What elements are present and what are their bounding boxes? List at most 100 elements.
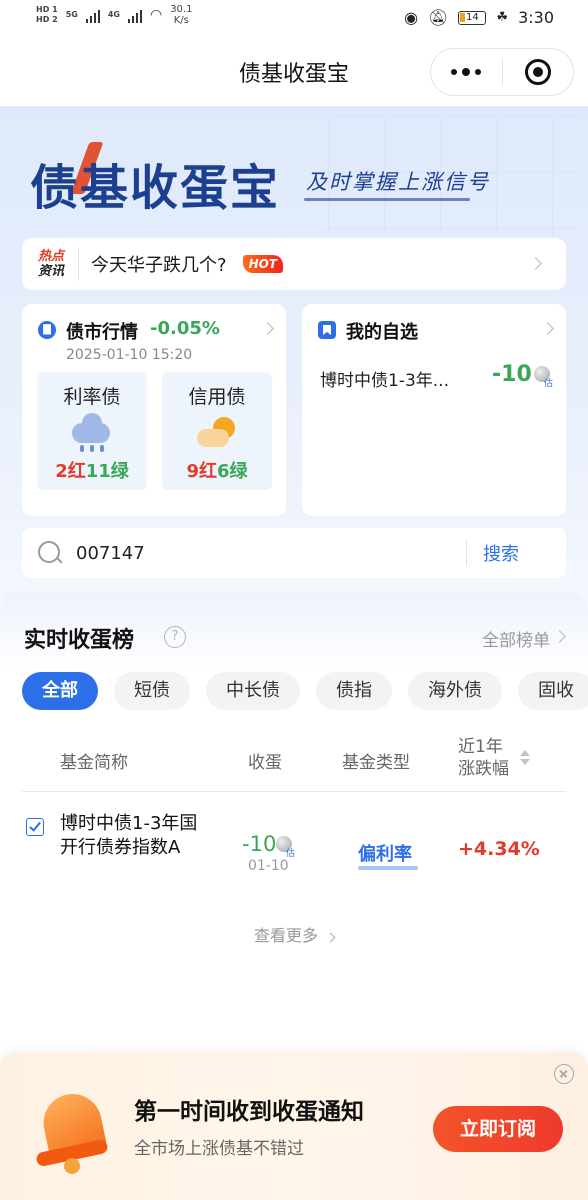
signal-icon xyxy=(85,7,100,23)
news-tag-hot: 热点 xyxy=(38,249,65,264)
view-more-link[interactable]: 查看更多 xyxy=(0,922,588,946)
hd2-label: HD 2 xyxy=(36,15,58,24)
network-4g-label: 4G xyxy=(107,10,120,19)
hd1-label: HD 1 xyxy=(36,5,58,14)
tab-overseas-bond[interactable]: 海外债 xyxy=(408,672,502,710)
chevron-right-icon xyxy=(261,322,274,335)
banner-title: 第一时间收到收蛋通知 xyxy=(134,1099,364,1125)
watchlist-egg-value: -10 xyxy=(492,362,532,387)
market-time: 2025-01-10 15:20 xyxy=(66,347,193,363)
close-miniprogram-button[interactable] xyxy=(503,49,574,95)
news-headline: 今天华子跌几个? xyxy=(91,255,227,276)
ranking-title: 实时收蛋榜 xyxy=(24,628,135,653)
subscribe-button[interactable]: 立即订阅 xyxy=(433,1106,563,1152)
miniprogram-capsule xyxy=(430,48,574,96)
more-dots-icon xyxy=(451,68,482,76)
status-left: HD 1 HD 2 5G 4G ◠ 30.1 K/s xyxy=(36,4,192,26)
subscribe-banner: 第一时间收到收蛋通知 全市场上涨债基不错过 立即订阅 xyxy=(0,1052,588,1200)
slogan-underline xyxy=(304,198,470,201)
sun-cloud-icon xyxy=(195,417,239,451)
leaf-icon: ☘ xyxy=(496,10,509,25)
tab-mid-long-bond[interactable]: 中长债 xyxy=(206,672,300,710)
news-divider xyxy=(78,247,79,281)
rate-bond-box[interactable]: 利率债 2红11绿 xyxy=(37,372,147,490)
signal-icon-2 xyxy=(127,7,142,23)
search-button[interactable]: 搜索 xyxy=(467,540,535,566)
clock: 3:30 xyxy=(518,8,554,27)
watchlist-card[interactable]: 我的自选 博时中债1-3年... -10 估 xyxy=(302,304,566,516)
battery-icon: 14 xyxy=(458,10,487,25)
rate-bond-red: 2红 xyxy=(55,461,86,482)
category-tabs: 全部 短债 中长债 债指 海外债 固收 xyxy=(22,672,588,710)
battery-level: 14 xyxy=(466,11,479,23)
status-right: ◉ 🔕︎ 14 ☘ 3:30 xyxy=(404,8,554,27)
bookmark-icon xyxy=(318,321,336,339)
nav-bar: 债基收蛋宝 xyxy=(0,38,588,106)
row-yearly-change: +4.34% xyxy=(458,838,540,860)
table-header: 基金简称 收蛋 基金类型 近1年 涨跌幅 xyxy=(22,724,566,792)
row-date: 01-10 xyxy=(248,858,289,874)
close-icon[interactable] xyxy=(554,1064,574,1084)
chevron-right-icon xyxy=(325,932,336,943)
rate-bond-counts: 2红11绿 xyxy=(37,457,147,483)
credit-bond-red: 9红 xyxy=(186,461,217,482)
banner-subtitle: 全市场上涨债基不错过 xyxy=(134,1139,304,1159)
mute-bell-icon: 🔕︎ xyxy=(428,8,449,27)
credit-bond-label: 信用债 xyxy=(188,386,246,408)
header-eggs[interactable]: 收蛋 xyxy=(248,748,282,773)
eye-icon: ◉ xyxy=(404,8,419,27)
slogan: 及时掌握上涨信号 xyxy=(306,170,490,194)
table-row[interactable]: 博时中债1-3年国开行债券指数A -10 估 01-10 偏利率 +4.34% xyxy=(22,802,566,902)
row-fund-name: 博时中债1-3年国开行债券指数A xyxy=(60,813,198,858)
fund-type-underline xyxy=(358,866,418,870)
sort-icon[interactable] xyxy=(520,750,530,766)
status-bar: HD 1 HD 2 5G 4G ◠ 30.1 K/s ◉ 🔕︎ 14 ☘ 3:3… xyxy=(0,0,588,38)
help-icon[interactable]: ? xyxy=(164,626,186,648)
news-tag-info: 资讯 xyxy=(38,264,65,279)
header-fund-type: 基金类型 xyxy=(342,753,410,773)
header-change-line2: 涨跌幅 xyxy=(458,759,509,779)
speed-value: 30.1 xyxy=(170,4,193,15)
header-change-line1: 近1年 xyxy=(458,737,503,757)
chart-icon: ▇ xyxy=(38,321,56,339)
more-menu-button[interactable] xyxy=(431,49,502,95)
row-fund-type[interactable]: 偏利率 xyxy=(358,840,412,866)
rate-bond-label: 利率债 xyxy=(63,386,121,408)
brand-logo-text: 债基收蛋宝 xyxy=(30,160,281,216)
header-yearly-change[interactable]: 近1年 涨跌幅 xyxy=(458,736,509,780)
search-input[interactable] xyxy=(76,542,466,564)
speed-unit: K/s xyxy=(173,15,189,26)
search-bar: 搜索 xyxy=(22,528,566,578)
watchlist-fund-name[interactable]: 博时中债1-3年... xyxy=(320,366,449,391)
market-title: 债市行情 xyxy=(66,322,138,343)
row-checkbox[interactable] xyxy=(26,818,44,836)
hd-indicator: HD 1 HD 2 xyxy=(36,5,58,25)
network-speed: 30.1 K/s xyxy=(170,4,192,26)
all-rankings-link[interactable]: 全部榜单 xyxy=(482,626,550,651)
hot-news-card[interactable]: 热点 资讯 今天华子跌几个? HOT xyxy=(22,238,566,290)
wifi-icon: ◠ xyxy=(149,7,163,23)
tab-short-bond[interactable]: 短债 xyxy=(114,672,190,710)
tab-fixed-income[interactable]: 固收 xyxy=(518,672,588,710)
tab-bond-index[interactable]: 债指 xyxy=(316,672,392,710)
search-icon xyxy=(36,539,64,567)
hot-badge: HOT xyxy=(242,255,283,273)
credit-bond-counts: 9红6绿 xyxy=(162,457,272,483)
header-fund-name: 基金简称 xyxy=(60,753,128,773)
credit-bond-green: 6绿 xyxy=(217,461,248,482)
target-icon xyxy=(524,59,551,85)
chevron-right-icon xyxy=(541,322,554,335)
tab-all[interactable]: 全部 xyxy=(22,672,98,710)
rate-bond-green: 11绿 xyxy=(85,461,129,482)
market-change: -0.05% xyxy=(150,318,220,339)
news-tag: 热点 资讯 xyxy=(22,249,78,279)
estimate-label: 估 xyxy=(544,379,554,389)
network-5g-label: 5G xyxy=(65,10,78,19)
bell-icon xyxy=(30,1080,116,1176)
row-egg-value: -10 xyxy=(242,832,277,856)
credit-bond-box[interactable]: 信用债 9红6绿 xyxy=(162,372,272,490)
rain-cloud-icon xyxy=(70,413,114,452)
bond-market-card[interactable]: ▇ 债市行情 -0.05% 2025-01-10 15:20 利率债 2红11绿… xyxy=(22,304,286,516)
view-more-label: 查看更多 xyxy=(253,926,318,945)
watchlist-title: 我的自选 xyxy=(346,322,418,343)
